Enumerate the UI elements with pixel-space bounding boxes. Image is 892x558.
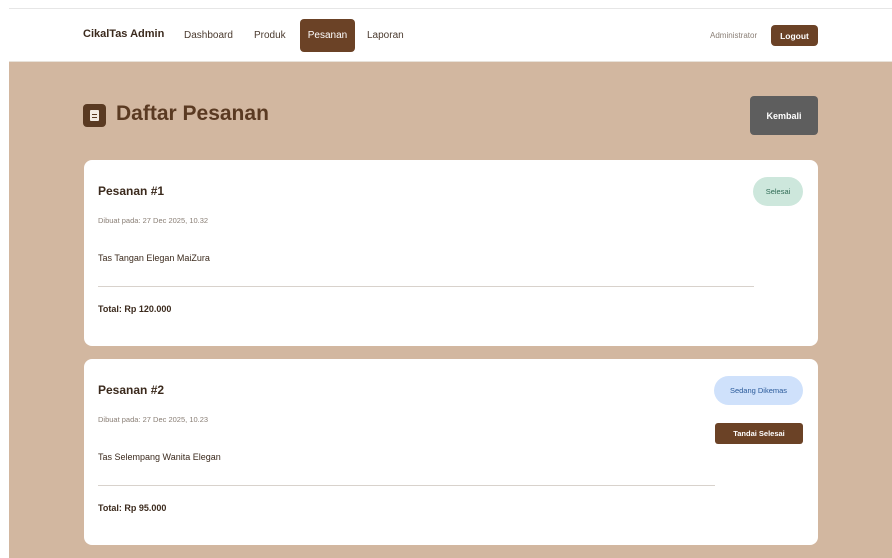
status-badge: Sedang Dikemas	[714, 376, 803, 405]
order-card: Pesanan #1 Dibuat pada: 27 Dec 2025, 10.…	[84, 160, 818, 346]
order-title: Pesanan #2	[98, 383, 165, 397]
nav-laporan[interactable]: Laporan	[367, 30, 404, 41]
order-divider	[98, 485, 715, 486]
order-card: Pesanan #2 Dibuat pada: 27 Dec 2025, 10.…	[84, 359, 818, 545]
brand-title[interactable]: CikalTas Admin	[83, 28, 164, 40]
document-icon	[83, 104, 106, 127]
order-divider	[98, 286, 754, 287]
order-date: Dibuat pada: 27 Dec 2025, 10.32	[98, 216, 209, 225]
order-item: Tas Tangan Elegan MaiZura	[98, 253, 210, 263]
order-total: Total: Rp 95.000	[98, 503, 167, 513]
order-title: Pesanan #1	[98, 184, 165, 198]
app-frame: CikalTas Admin Dashboard Produk Pesanan …	[9, 0, 892, 558]
logout-button[interactable]: Logout	[771, 25, 818, 46]
status-badge: Selesai	[753, 177, 803, 206]
nav-dashboard[interactable]: Dashboard	[184, 30, 233, 41]
order-date: Dibuat pada: 27 Dec 2025, 10.23	[98, 415, 209, 424]
order-item: Tas Selempang Wanita Elegan	[98, 452, 221, 462]
back-button[interactable]: Kembali	[750, 96, 818, 135]
nav-produk[interactable]: Produk	[254, 30, 286, 41]
user-label: Administrator	[710, 31, 758, 40]
mark-complete-button[interactable]: Tandai Selesai	[715, 423, 803, 444]
order-total: Total: Rp 120.000	[98, 304, 172, 314]
navbar: CikalTas Admin Dashboard Produk Pesanan …	[9, 9, 892, 62]
main-content: Daftar Pesanan Kembali Pesanan #1 Dibuat…	[9, 62, 892, 558]
nav-pesanan[interactable]: Pesanan	[300, 19, 355, 52]
page-title: Daftar Pesanan	[116, 102, 269, 125]
